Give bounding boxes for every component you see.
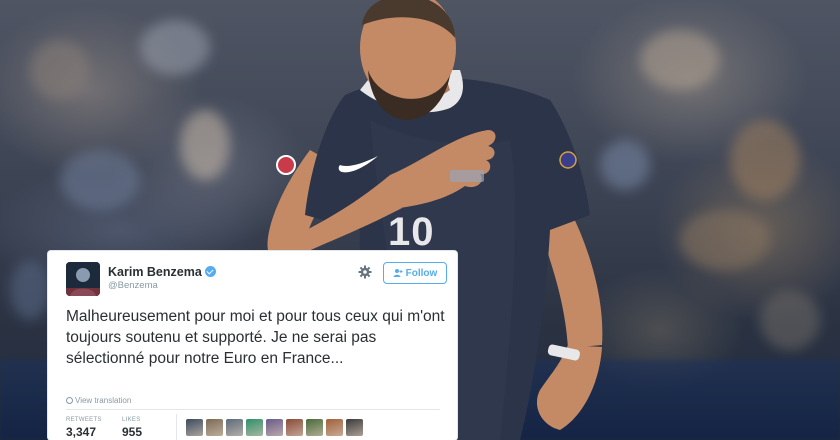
likes-stat[interactable]: LIKES 955 [122, 417, 142, 439]
stats-separator [176, 414, 177, 440]
liker-avatar[interactable] [206, 419, 223, 436]
liker-avatar[interactable] [286, 419, 303, 436]
follow-button[interactable]: Follow [383, 262, 447, 284]
divider [66, 409, 440, 410]
likes-label: LIKES [122, 417, 141, 423]
liker-avatar[interactable] [226, 419, 243, 436]
add-user-icon [393, 269, 403, 277]
liker-avatar[interactable] [306, 419, 323, 436]
likes-count: 955 [122, 425, 143, 439]
retweets-stat[interactable]: RETWEETS 3,347 [66, 417, 102, 439]
retweets-count: 3,347 [66, 425, 97, 439]
user-handle[interactable]: @Benzema [108, 280, 158, 291]
view-translation-label: View translation [75, 396, 132, 405]
tweet-text: Malheureusement pour moi et pour tous ce… [66, 308, 445, 367]
retweets-label: RETWEETS [66, 417, 102, 423]
display-name[interactable]: Karim Benzema [108, 265, 216, 279]
liker-avatars [186, 419, 363, 436]
gear-icon[interactable] [358, 265, 372, 279]
liker-avatar[interactable] [266, 419, 283, 436]
follow-label: Follow [405, 267, 438, 279]
liker-avatar[interactable] [186, 419, 203, 436]
display-name-text: Karim Benzema [108, 265, 202, 279]
profile-avatar[interactable] [66, 262, 100, 296]
globe-icon [66, 397, 73, 404]
view-translation-link[interactable]: View translation [66, 396, 131, 405]
verified-badge-icon [204, 266, 216, 277]
liker-avatar[interactable] [246, 419, 263, 436]
liker-avatar[interactable] [346, 419, 363, 436]
jersey-number: 10 [388, 210, 435, 254]
liker-avatar[interactable] [326, 419, 343, 436]
